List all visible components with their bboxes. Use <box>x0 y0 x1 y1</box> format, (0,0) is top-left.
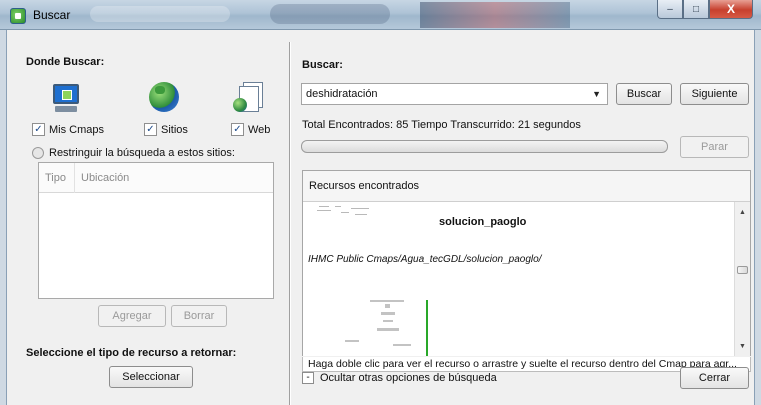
dialog-body: Donde Buscar: ✓ Mis Cmaps ✓ Sitios ✓ Web… <box>6 30 755 405</box>
restrict-sites-radio[interactable]: Restringuir la búsqueda a estos sitios: <box>32 147 235 159</box>
checkbox-check-icon: ✓ <box>231 123 244 136</box>
results-list[interactable]: solucion_paoglo IHMC Public Cmaps/Agua_t… <box>303 202 735 356</box>
sites-table[interactable]: Tipo Ubicación <box>38 162 274 299</box>
search-heading: Buscar: <box>302 59 343 71</box>
background-blur <box>270 4 390 24</box>
window-controls: – □ X <box>657 0 753 20</box>
hide-options-toggle-icon[interactable]: - <box>302 372 314 384</box>
checkbox-check-icon: ✓ <box>144 123 157 136</box>
search-status: Total Encontrados: 85 Tiempo Transcurrid… <box>302 119 581 131</box>
result-path[interactable]: IHMC Public Cmaps/Agua_tecGDL/solucion_p… <box>308 254 541 265</box>
search-query-combobox[interactable]: deshidratación ▼ <box>301 83 608 105</box>
background-blur <box>90 6 230 22</box>
column-header-tipo[interactable]: Tipo <box>39 163 75 193</box>
mis-cmaps-checkbox[interactable]: ✓ Mis Cmaps <box>32 123 104 136</box>
result-thumbnail <box>333 300 433 356</box>
scroll-up-icon[interactable]: ▲ <box>735 205 750 219</box>
restrict-sites-label: Restringuir la búsqueda a estos sitios: <box>49 147 235 159</box>
background-blur <box>420 2 570 28</box>
add-button[interactable]: Agregar <box>98 305 166 327</box>
sitios-label: Sitios <box>161 123 188 136</box>
result-thumbnail <box>315 204 385 220</box>
radio-button-icon <box>32 147 44 159</box>
where-to-search-panel: Donde Buscar: ✓ Mis Cmaps ✓ Sitios ✓ Web… <box>7 30 287 405</box>
resource-type-heading: Seleccione el tipo de recurso a retornar… <box>26 347 237 359</box>
results-panel: Recursos encontrados solucion_paoglo IHM… <box>302 170 751 356</box>
mis-cmaps-label: Mis Cmaps <box>49 123 105 136</box>
search-button[interactable]: Buscar <box>616 83 672 105</box>
next-button[interactable]: Siguiente <box>680 83 749 105</box>
panel-divider <box>289 42 291 405</box>
web-label: Web <box>248 123 271 136</box>
search-query-value: deshidratación <box>306 88 378 100</box>
scrollbar-thumb[interactable] <box>737 266 748 274</box>
checkbox-check-icon: ✓ <box>32 123 45 136</box>
results-scrollbar[interactable]: ▲ ▼ <box>734 202 750 356</box>
title-bar: Buscar – □ X <box>0 0 761 30</box>
web-document-icon <box>231 82 265 116</box>
cmaptools-app-icon <box>10 8 26 24</box>
results-header: Recursos encontrados <box>303 171 750 202</box>
globe-icon <box>149 82 179 112</box>
stop-button[interactable]: Parar <box>680 136 749 158</box>
monitor-icon <box>49 82 83 116</box>
window-title: Buscar <box>33 8 71 22</box>
delete-button[interactable]: Borrar <box>171 305 227 327</box>
maximize-button[interactable]: □ <box>683 0 709 19</box>
hide-options-label[interactable]: Ocultar otras opciones de búsqueda <box>320 372 497 384</box>
sites-table-header: Tipo Ubicación <box>39 163 273 193</box>
result-title[interactable]: solucion_paoglo <box>439 216 526 228</box>
web-checkbox[interactable]: ✓ Web <box>231 123 270 136</box>
dropdown-arrow-icon[interactable]: ▼ <box>592 89 601 99</box>
close-button[interactable]: Cerrar <box>680 367 749 389</box>
where-heading: Donde Buscar: <box>26 56 105 68</box>
select-button[interactable]: Seleccionar <box>109 366 193 388</box>
thumbnail-guide-line <box>426 300 428 356</box>
close-window-button[interactable]: X <box>709 0 753 19</box>
scroll-down-icon[interactable]: ▼ <box>735 339 750 353</box>
column-header-ubicacion[interactable]: Ubicación <box>75 163 273 193</box>
search-progress-bar <box>301 140 668 153</box>
sitios-checkbox[interactable]: ✓ Sitios <box>144 123 188 136</box>
minimize-button[interactable]: – <box>657 0 683 19</box>
